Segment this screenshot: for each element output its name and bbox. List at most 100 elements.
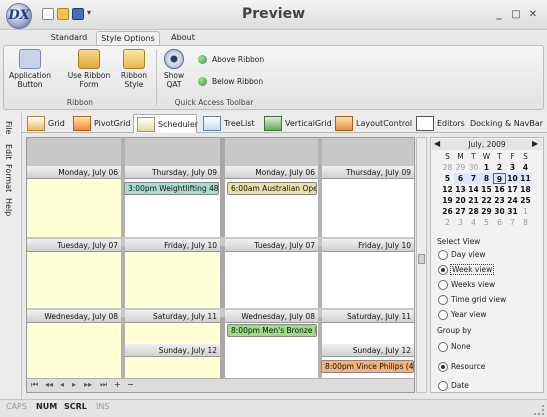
tab-pivotgrid[interactable]: PivotGrid bbox=[70, 114, 130, 133]
calendar-day[interactable]: 4 bbox=[467, 217, 480, 228]
calendar-day[interactable]: 13 bbox=[454, 184, 467, 195]
calendar-day[interactable]: 6 bbox=[454, 173, 467, 184]
show-qat-button[interactable]: Show QAT bbox=[159, 49, 189, 89]
radio-day-view[interactable] bbox=[438, 250, 448, 260]
calendar-day[interactable]: 27 bbox=[454, 206, 467, 217]
next-month-icon[interactable]: ▶ bbox=[532, 139, 538, 148]
radio-group-resource[interactable] bbox=[438, 362, 448, 372]
calendar-day[interactable]: 7 bbox=[467, 173, 480, 184]
calendar-day[interactable]: 2 bbox=[493, 162, 506, 173]
appointment[interactable]: 3:00pm Weightlifting 48 bbox=[124, 182, 219, 195]
appointment[interactable]: 8:00pm Vince Philips (4 bbox=[321, 360, 414, 373]
calendar-day[interactable]: 19 bbox=[441, 195, 454, 206]
calendar-day[interactable]: 2 bbox=[441, 217, 454, 228]
add-icon[interactable]: + bbox=[114, 380, 121, 389]
tab-scheduler[interactable]: Scheduler bbox=[133, 114, 198, 133]
calendar-day[interactable]: 7 bbox=[506, 217, 519, 228]
first-icon[interactable]: ⏮ bbox=[31, 380, 38, 390]
tab-treelist[interactable]: TreeList bbox=[200, 114, 258, 133]
tab-grid[interactable]: Grid bbox=[24, 114, 66, 133]
calendar-day[interactable]: 30 bbox=[493, 206, 506, 217]
calendar-day[interactable]: 15 bbox=[480, 184, 493, 195]
calendar-day[interactable]: 23 bbox=[493, 195, 506, 206]
prev-page-icon[interactable]: ◂◂ bbox=[45, 380, 53, 389]
day-cell[interactable] bbox=[125, 323, 220, 343]
prev-month-icon[interactable]: ◀ bbox=[434, 139, 440, 148]
menu-format[interactable]: Format bbox=[4, 164, 13, 192]
appointment[interactable]: 6:00am Australian Ope bbox=[227, 182, 317, 195]
application-button[interactable]: Application Button bbox=[8, 49, 52, 89]
scrollbar-thumb[interactable] bbox=[418, 254, 425, 264]
tab-style-options[interactable]: Style Options bbox=[96, 31, 160, 45]
radio-group-none[interactable] bbox=[438, 342, 448, 352]
calendar-day[interactable]: 9 bbox=[493, 173, 506, 184]
calendar-day[interactable]: 28 bbox=[441, 162, 454, 173]
tab-editors[interactable]: Editors bbox=[413, 114, 465, 133]
calendar-day[interactable]: 16 bbox=[493, 184, 506, 195]
menu-edit[interactable]: Edit bbox=[4, 144, 13, 160]
calendar-day[interactable]: 5 bbox=[441, 173, 454, 184]
close-icon[interactable]: ✕ bbox=[527, 9, 539, 21]
use-ribbon-form-button[interactable]: Use Ribbon Form bbox=[64, 49, 114, 89]
day-cell[interactable] bbox=[322, 252, 414, 308]
calendar-day[interactable]: 18 bbox=[519, 184, 532, 195]
tab-about[interactable]: About bbox=[166, 31, 200, 45]
day-cell[interactable] bbox=[322, 179, 414, 237]
calendar-day[interactable]: 30 bbox=[467, 162, 480, 173]
appointment[interactable]: 8:00pm Men's Bronze M bbox=[227, 324, 317, 337]
day-cell[interactable] bbox=[125, 252, 220, 308]
calendar-day[interactable]: 8 bbox=[480, 173, 493, 184]
calendar-day[interactable]: 24 bbox=[506, 195, 519, 206]
calendar-day[interactable]: 17 bbox=[506, 184, 519, 195]
calendar-day[interactable]: 8 bbox=[519, 217, 532, 228]
calendar-day[interactable]: 5 bbox=[480, 217, 493, 228]
radio-time-grid-view[interactable] bbox=[438, 295, 448, 305]
calendar-day[interactable]: 4 bbox=[519, 162, 532, 173]
menu-file[interactable]: File bbox=[4, 121, 13, 134]
calendar-day[interactable]: 10 bbox=[506, 173, 519, 184]
radio-group-date[interactable] bbox=[438, 381, 448, 391]
radio-week-view[interactable] bbox=[438, 265, 448, 275]
remove-icon[interactable]: − bbox=[127, 380, 134, 389]
day-cell[interactable] bbox=[225, 252, 318, 308]
day-cell[interactable] bbox=[27, 179, 121, 237]
calendar-day[interactable]: 3 bbox=[454, 217, 467, 228]
calendar-day[interactable]: 12 bbox=[441, 184, 454, 195]
day-cell[interactable] bbox=[27, 323, 121, 378]
maximize-icon[interactable]: □ bbox=[510, 9, 522, 21]
radio-year-view[interactable] bbox=[438, 310, 448, 320]
calendar-day[interactable]: 3 bbox=[506, 162, 519, 173]
day-cell[interactable] bbox=[27, 252, 121, 308]
resize-grip-icon[interactable] bbox=[534, 405, 544, 415]
calendar-day[interactable]: 14 bbox=[467, 184, 480, 195]
last-icon[interactable]: ⏭ bbox=[100, 380, 107, 390]
minimize-icon[interactable]: _ bbox=[493, 9, 505, 21]
calendar-day[interactable]: 29 bbox=[480, 206, 493, 217]
tab-standard[interactable]: Standard bbox=[44, 31, 94, 45]
ribbon-style-button[interactable]: Ribbon Style bbox=[116, 49, 152, 89]
below-ribbon-button[interactable]: Below Ribbon bbox=[194, 74, 266, 89]
day-cell[interactable] bbox=[322, 323, 414, 343]
calendar-day[interactable]: 22 bbox=[480, 195, 493, 206]
next-icon[interactable]: ▸ bbox=[72, 380, 76, 389]
calendar-day[interactable]: 1 bbox=[480, 162, 493, 173]
day-cell[interactable] bbox=[125, 357, 220, 378]
calendar-day[interactable]: 6 bbox=[493, 217, 506, 228]
calendar-day[interactable]: 28 bbox=[467, 206, 480, 217]
tab-verticalgrid[interactable]: VerticalGrid bbox=[261, 114, 332, 133]
calendar-day[interactable]: 31 bbox=[506, 206, 519, 217]
tab-docking-navbar[interactable]: Docking & NavBar bbox=[466, 114, 546, 133]
calendar-day[interactable]: 11 bbox=[519, 173, 532, 184]
tab-layoutcontrol[interactable]: LayoutControl bbox=[332, 114, 412, 133]
prev-icon[interactable]: ◂ bbox=[60, 380, 64, 389]
above-ribbon-button[interactable]: Above Ribbon bbox=[194, 52, 266, 67]
next-page-icon[interactable]: ▸▸ bbox=[84, 380, 92, 389]
calendar-day[interactable]: 21 bbox=[467, 195, 480, 206]
vertical-scrollbar[interactable] bbox=[416, 137, 427, 393]
menu-help[interactable]: Help bbox=[4, 198, 13, 216]
calendar-day[interactable]: 29 bbox=[454, 162, 467, 173]
calendar-day[interactable]: 20 bbox=[454, 195, 467, 206]
radio-weeks-view[interactable] bbox=[438, 280, 448, 290]
calendar-day[interactable]: 25 bbox=[519, 195, 532, 206]
calendar-day[interactable]: 26 bbox=[441, 206, 454, 217]
